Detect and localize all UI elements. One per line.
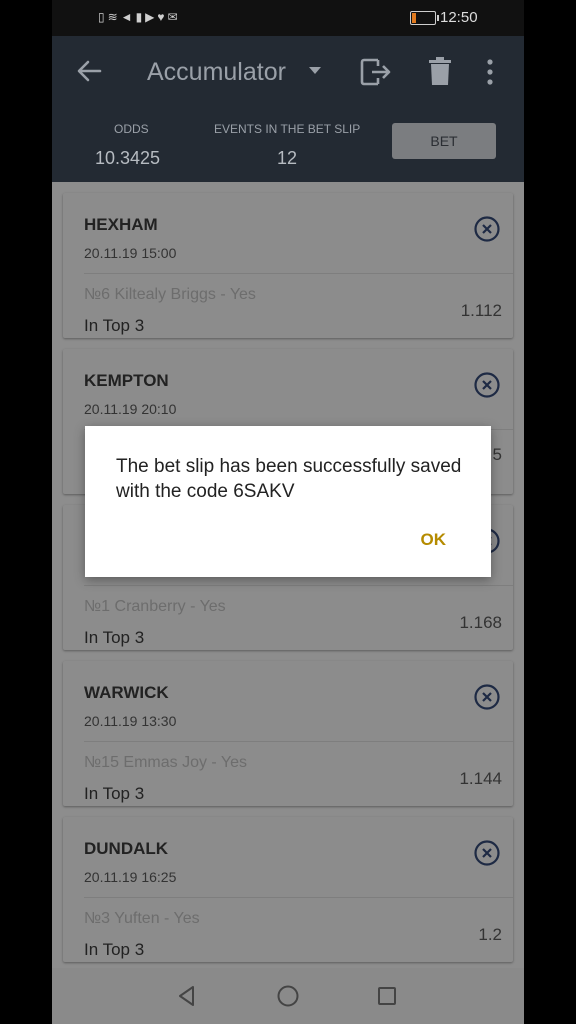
more-vertical-icon[interactable]	[486, 58, 494, 86]
chevron-down-icon[interactable]	[309, 67, 321, 74]
market-name: In Top 3	[84, 628, 145, 647]
battery-saver-icon: ▮	[135, 10, 146, 24]
battery-icon	[410, 11, 439, 25]
mail-icon: ✉	[167, 10, 181, 24]
event-date: 20.11.19 16:25	[84, 869, 177, 885]
bet-card: HEXHAM 20.11.19 15:00 №6 Kiltealy Briggs…	[63, 193, 513, 338]
market-name: In Top 3	[84, 784, 145, 803]
divider	[84, 273, 513, 274]
location-icon: ◄	[120, 10, 136, 24]
app-header: Accumulator ODDS 10.3425 EVENTS IN THE B…	[52, 36, 524, 182]
odds-value: 10.3425	[95, 148, 161, 168]
event-date: 20.11.19 15:00	[84, 245, 177, 261]
event-date: 20.11.19 20:10	[84, 401, 177, 417]
selection-odds: 1.168	[459, 613, 502, 632]
ok-button[interactable]: OK	[421, 530, 447, 550]
market-name: In Top 3	[84, 316, 145, 335]
selection-odds: 1.112	[460, 301, 502, 320]
divider	[84, 585, 513, 586]
selection-odds: 5	[492, 445, 502, 464]
odds-label: ODDS	[114, 122, 149, 136]
selection-odds: 1.2	[478, 925, 502, 944]
track-name: KEMPTON	[84, 371, 169, 390]
page-title[interactable]: Accumulator	[147, 58, 286, 87]
track-name: HEXHAM	[84, 215, 158, 234]
bet-card: DUNDALK 20.11.19 16:25 №3 Yuften - Yes I…	[63, 817, 513, 962]
runner-name: №6 Kiltealy Briggs - Yes	[84, 286, 256, 303]
wifi-icon: ≋	[107, 10, 121, 24]
runner-name: №1 Cranberry - Yes	[84, 598, 226, 615]
sim-card-icon: ▯	[98, 10, 108, 24]
remove-circle-icon[interactable]	[474, 216, 500, 242]
back-arrow-icon[interactable]	[76, 58, 102, 84]
track-name: DUNDALK	[84, 839, 169, 858]
remove-circle-icon[interactable]	[474, 372, 500, 398]
remove-circle-icon[interactable]	[474, 684, 500, 710]
event-date: 20.11.19 13:30	[84, 713, 177, 729]
runner-name: №15 Emmas Joy - Yes	[84, 754, 248, 771]
events-value: 12	[277, 148, 298, 168]
bet-button[interactable]: BET	[392, 123, 496, 159]
twitter-icon: ♥	[157, 10, 168, 24]
events-label: EVENTS IN THE BET SLIP	[214, 122, 361, 136]
selection-odds: 1.144	[459, 769, 502, 788]
runner-name: №3 Yuften - Yes	[84, 910, 200, 927]
divider	[84, 741, 513, 742]
market-name: In Top 3	[84, 940, 145, 959]
nav-back-icon[interactable]	[176, 985, 198, 1007]
nav-home-icon[interactable]	[277, 985, 299, 1007]
battery-level	[412, 13, 416, 23]
nav-recents-icon[interactable]	[377, 986, 397, 1006]
trash-icon[interactable]	[428, 56, 452, 86]
track-name: WARWICK	[84, 683, 169, 702]
status-icons: ▯≋◄▮▶♥✉	[98, 10, 181, 24]
confirmation-dialog: The bet slip has been successfully saved…	[85, 426, 491, 577]
status-time: 12:50	[440, 9, 478, 26]
status-bar: ▯≋◄▮▶♥✉ 12:50	[52, 0, 524, 36]
divider	[84, 897, 513, 898]
play-icon: ▶	[145, 10, 158, 24]
bet-card: WARWICK 20.11.19 13:30 №15 Emmas Joy - Y…	[63, 661, 513, 806]
remove-circle-icon[interactable]	[474, 840, 500, 866]
system-nav-bar	[52, 968, 524, 1024]
share-icon[interactable]	[360, 58, 392, 86]
dialog-message: The bet slip has been successfully saved…	[116, 456, 462, 502]
